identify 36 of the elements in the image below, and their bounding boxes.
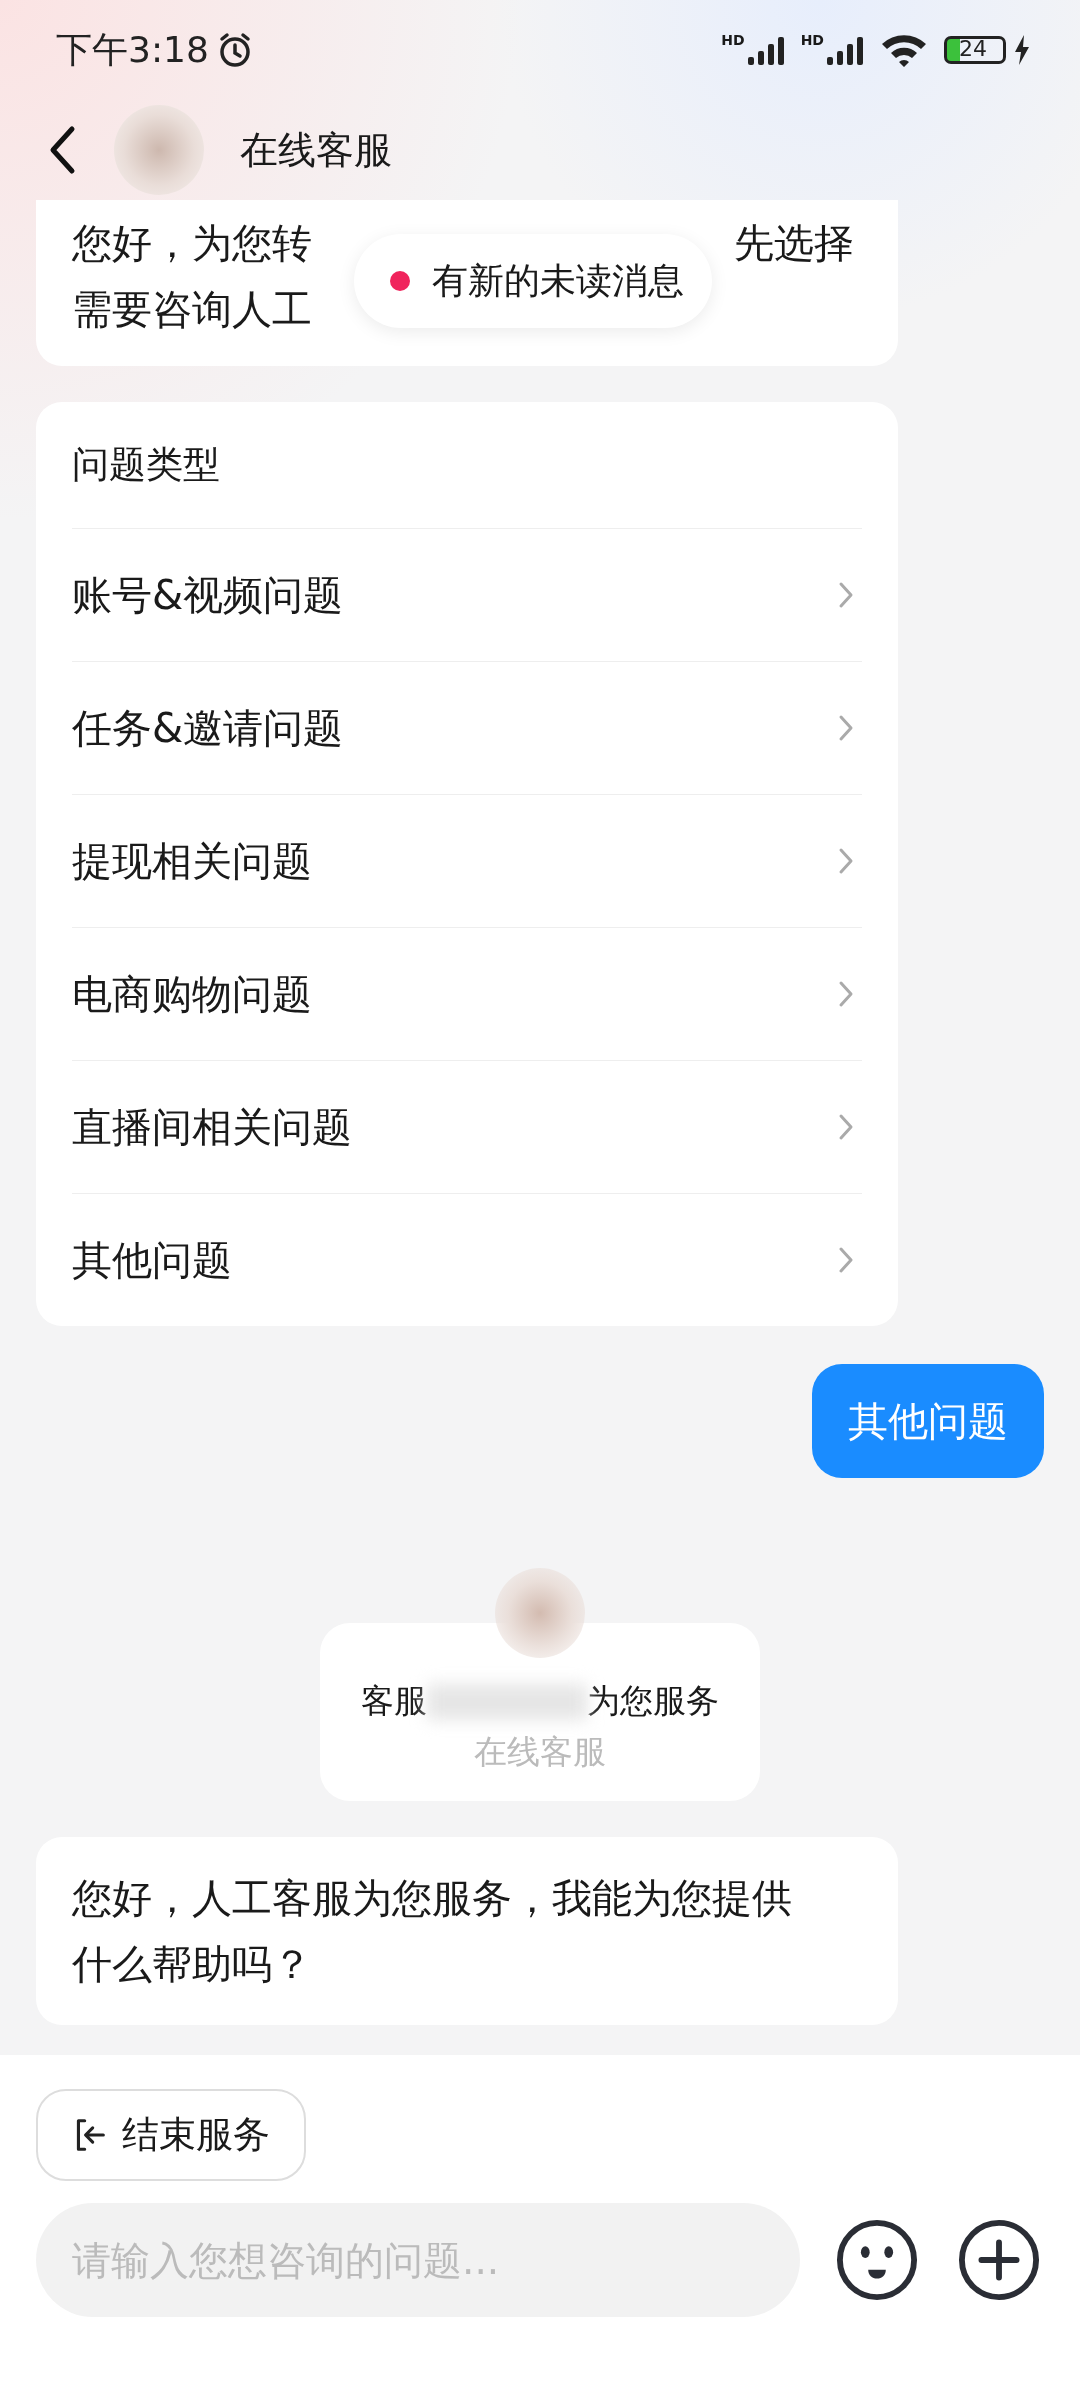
chevron-right-icon (838, 980, 854, 1008)
agent-subtitle: 在线客服 (474, 1731, 606, 1773)
message-text: 您好，为您转 (72, 218, 312, 268)
agent-text: 为您服务 (587, 1680, 719, 1722)
signal-icon (746, 35, 787, 65)
charging-icon (1014, 35, 1030, 65)
agent-text: 客服 (361, 1680, 427, 1722)
option-item[interactable]: 提现相关问题 (72, 795, 862, 928)
message-bubble: 您好，人工客服为您服务，我能为您提供什么帮助吗？ (36, 1837, 898, 2025)
status-time: 下午3:18 (56, 27, 209, 72)
emoji-icon[interactable] (836, 2219, 918, 2301)
user-message: 其他问题 (812, 1364, 1044, 1478)
chevron-right-icon (838, 1246, 854, 1274)
option-item[interactable]: 其他问题 (72, 1194, 862, 1326)
message-text: 先选择 (734, 218, 854, 268)
option-item[interactable]: 电商购物问题 (72, 928, 862, 1061)
option-item[interactable]: 直播间相关问题 (72, 1061, 862, 1194)
chevron-right-icon (838, 581, 854, 609)
end-service-button[interactable]: 结束服务 (36, 2089, 306, 2181)
chevron-right-icon (838, 1113, 854, 1141)
option-item[interactable]: 账号&视频问题 (72, 529, 862, 662)
options-title: 问题类型 (72, 402, 862, 529)
add-icon[interactable] (958, 2219, 1040, 2301)
wifi-icon (880, 32, 928, 68)
network-label: HD (800, 32, 824, 48)
unread-dot-icon (390, 271, 410, 291)
message-text: 需要咨询人工 (72, 284, 312, 334)
chevron-right-icon (838, 714, 854, 742)
signal-icon (826, 35, 866, 65)
chevron-right-icon (838, 847, 854, 875)
exit-icon (74, 2117, 106, 2153)
header-title: 在线客服 (240, 126, 392, 174)
battery-percent: 24 (959, 39, 987, 61)
unread-toast[interactable]: 有新的未读消息 (354, 234, 712, 328)
option-item[interactable]: 任务&邀请问题 (72, 662, 862, 795)
network-label: HD (721, 32, 745, 48)
